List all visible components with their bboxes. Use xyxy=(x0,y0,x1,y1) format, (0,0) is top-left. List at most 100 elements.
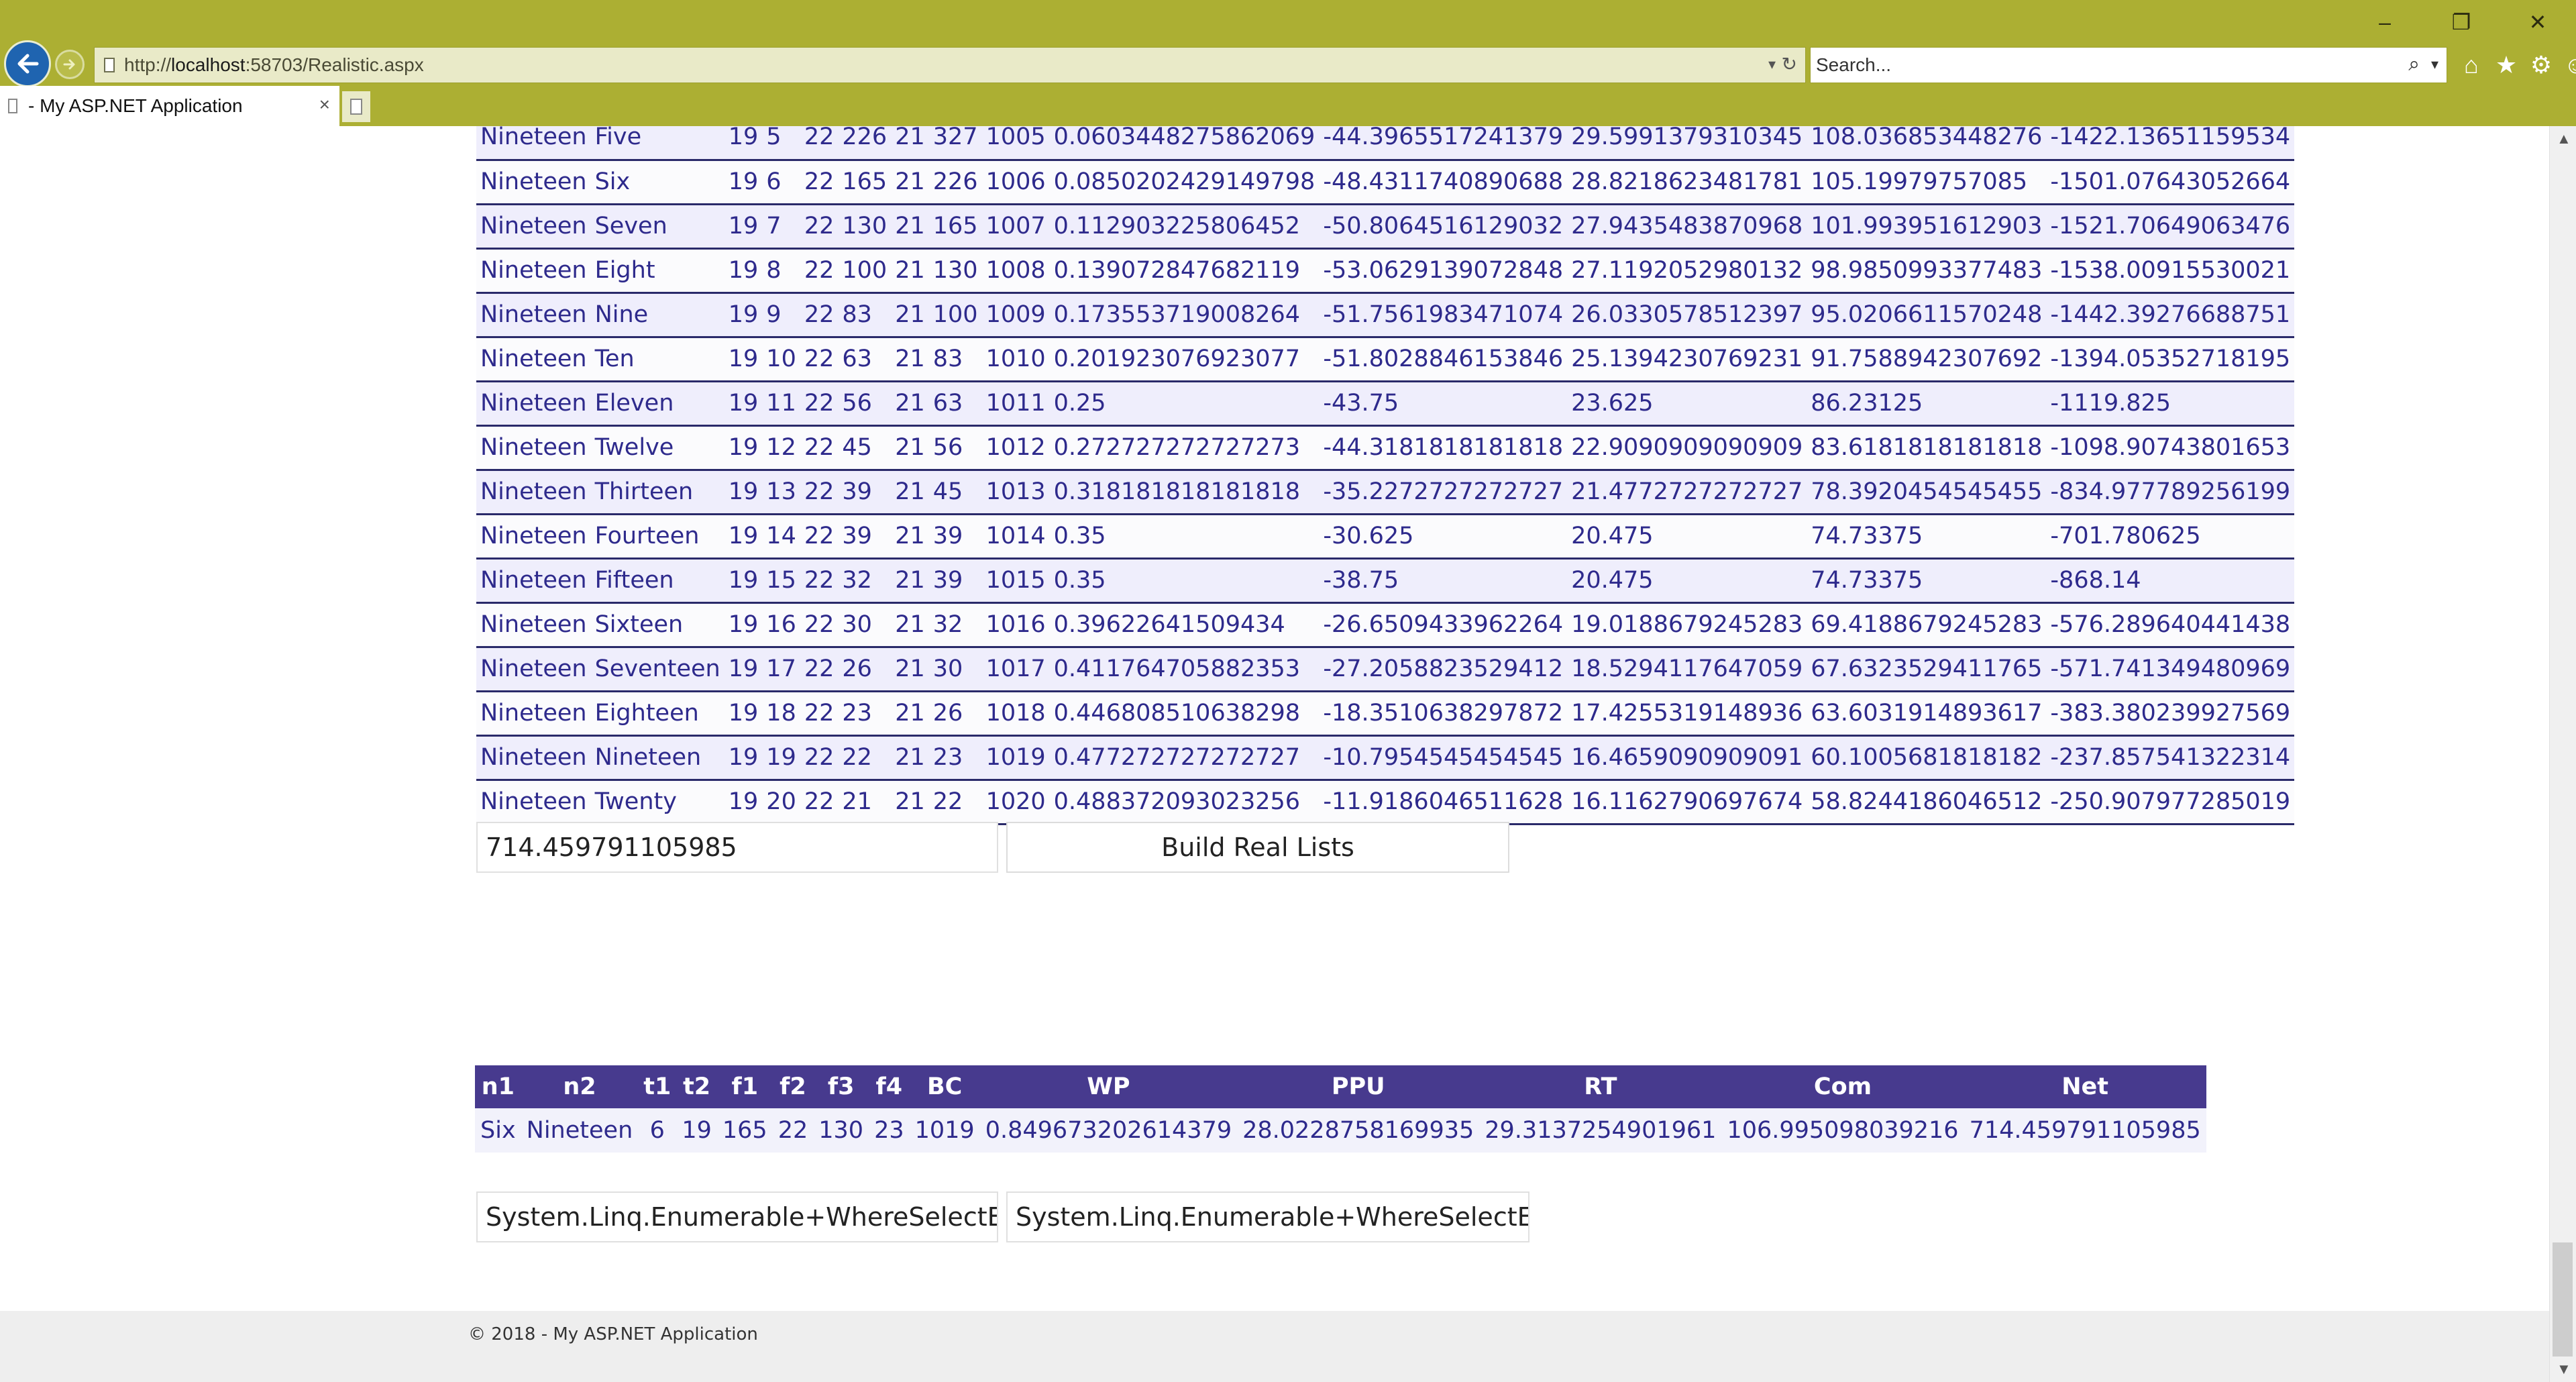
table-cell: 7 xyxy=(762,204,800,250)
restore-icon[interactable]: ❐ xyxy=(2423,0,2500,44)
table-cell: 91.7588942307692 xyxy=(1807,337,2047,382)
table-cell: Eleven xyxy=(590,381,724,427)
table-cell: 22 xyxy=(800,691,839,737)
table-cell: 165 xyxy=(838,160,892,205)
table-cell: -571.741349480969 xyxy=(2046,647,2295,692)
table-cell: 19 xyxy=(724,602,763,648)
table-cell: Nineteen xyxy=(476,647,591,692)
table-cell: -51.7561983471074 xyxy=(1319,293,1568,338)
table-cell: 23 xyxy=(928,735,982,781)
url-host: localhost xyxy=(171,54,246,75)
table-cell: 108.036853448276 xyxy=(1807,126,2047,161)
search-input[interactable]: Search... xyxy=(1816,54,1891,76)
refresh-icon[interactable]: ↻ xyxy=(1782,53,1797,75)
table-cell: Six xyxy=(475,1108,521,1153)
address-text[interactable]: http://localhost:58703/Realistic.aspx xyxy=(124,54,424,76)
table-cell: 10 xyxy=(762,337,800,382)
table-cell: 0.849673202614379 xyxy=(979,1108,1238,1153)
table-row: Nineteen Thirteen 19 13 22 39 21 45 1013 0.318181… xyxy=(476,470,2295,515)
table-cell: -50.8064516129032 xyxy=(1319,204,1568,250)
tab-close-icon[interactable]: × xyxy=(319,94,330,115)
table-cell: 19 xyxy=(724,691,763,737)
table-cell: 19 xyxy=(724,780,763,825)
table-cell: 22 xyxy=(800,514,839,560)
table-cell: Seventeen xyxy=(590,647,724,692)
table-cell: 27.9435483870968 xyxy=(1567,204,1807,250)
search-dropdown-icon[interactable]: ▾ xyxy=(2431,56,2438,73)
table-cell: 22 xyxy=(800,248,839,294)
table-cell: -237.857541322314 xyxy=(2046,735,2295,781)
table-cell: 0.446808510638298 xyxy=(1049,691,1320,737)
table-cell: Thirteen xyxy=(590,470,724,515)
page-content: Nineteen Five 19 5 22 226 21 327 1005 0.060344827… xyxy=(0,126,2549,1382)
table-cell: 23 xyxy=(869,1108,910,1153)
enumerable-field-2[interactable]: System.Linq.Enumerable+WhereSelectEnumer… xyxy=(1006,1191,1529,1242)
address-dropdown-icon[interactable]: ▾ xyxy=(1768,56,1776,73)
table-cell: Nine xyxy=(590,293,724,338)
table-cell: 39 xyxy=(838,514,892,560)
scroll-up-icon[interactable]: ▲ xyxy=(2557,130,2571,148)
table-cell: -44.3965517241379 xyxy=(1319,126,1568,161)
table-cell: -26.6509433962264 xyxy=(1319,602,1568,648)
home-icon[interactable]: ⌂ xyxy=(2458,50,2485,81)
table-cell: 5 xyxy=(762,126,800,161)
table-cell: -30.625 xyxy=(1319,514,1568,560)
scroll-thumb[interactable] xyxy=(2553,1242,2573,1357)
table-cell: Nineteen xyxy=(476,293,591,338)
table-cell: 86.23125 xyxy=(1807,381,2047,427)
tab-active[interactable]: - My ASP.NET Application × xyxy=(0,86,339,126)
search-bar[interactable]: Search... ⌕ ▾ xyxy=(1810,47,2447,83)
smiley-feedback-icon[interactable]: ☺ xyxy=(2563,50,2576,81)
table-cell: 23 xyxy=(838,691,892,737)
column-header: f3 xyxy=(813,1065,869,1108)
enumerable-field-1[interactable]: System.Linq.Enumerable+WhereSelectEnumer… xyxy=(476,1191,998,1242)
table-cell: 22 xyxy=(800,425,839,471)
table-cell: -48.4311740890688 xyxy=(1319,160,1568,205)
table-cell: 39 xyxy=(928,514,982,560)
table-cell: -834.977789256199 xyxy=(2046,470,2295,515)
table-cell: 21 xyxy=(838,780,892,825)
table-cell: 19 xyxy=(724,204,763,250)
table-cell: Twelve xyxy=(590,425,724,471)
scroll-down-icon[interactable]: ▼ xyxy=(2557,1361,2571,1378)
table-cell: 1013 xyxy=(981,470,1050,515)
vertical-scrollbar[interactable]: ▲ ▼ xyxy=(2549,126,2576,1382)
close-icon[interactable]: ✕ xyxy=(2500,0,2576,44)
search-icon[interactable]: ⌕ xyxy=(2408,53,2420,76)
minimize-icon[interactable]: – xyxy=(2347,0,2423,44)
summary-header-row: n1 n2 t1 t2 f1 f2 f3 f4 BC WP PPU RT Com Net xyxy=(475,1065,2206,1108)
table-cell: Twenty xyxy=(590,780,724,825)
table-cell: 0.477272727272727 xyxy=(1049,735,1320,781)
table-cell: 17 xyxy=(762,647,800,692)
page-icon xyxy=(104,58,115,72)
favorites-star-icon[interactable]: ★ xyxy=(2493,50,2520,81)
table-cell: Eight xyxy=(590,248,724,294)
table-cell: 60.1005681818182 xyxy=(1807,735,2047,781)
table-cell: 22 xyxy=(772,1108,814,1153)
back-button[interactable] xyxy=(4,40,51,87)
settings-gear-icon[interactable]: ⚙ xyxy=(2528,50,2555,81)
table-cell: 21 xyxy=(891,470,929,515)
address-bar[interactable]: http://localhost:58703/Realistic.aspx ▾ … xyxy=(94,47,1806,83)
build-real-lists-button[interactable]: Build Real Lists xyxy=(1006,822,1509,873)
table-cell: 21 xyxy=(891,126,929,161)
table-cell: -1501.07643052664 xyxy=(2046,160,2295,205)
new-tab-button[interactable] xyxy=(342,91,370,122)
url-path: :58703/Realistic.aspx xyxy=(245,54,424,75)
table-cell: 165 xyxy=(928,204,982,250)
back-arrow-icon xyxy=(17,54,39,74)
table-cell: Six xyxy=(590,160,724,205)
table-cell: 18 xyxy=(762,691,800,737)
table-cell: 21 xyxy=(891,514,929,560)
table-cell: 95.0206611570248 xyxy=(1807,293,2047,338)
column-header: n2 xyxy=(521,1065,639,1108)
net-result-field[interactable]: 714.459791105985 xyxy=(476,822,998,873)
table-row: Nineteen Seventeen 19 17 22 26 21 30 1017 0.41176… xyxy=(476,647,2295,692)
table-cell: -18.3510638297872 xyxy=(1319,691,1568,737)
table-cell: 22 xyxy=(928,780,982,825)
column-header: n1 xyxy=(475,1065,521,1108)
forward-button[interactable] xyxy=(55,50,85,79)
table-cell: -10.7954545454545 xyxy=(1319,735,1568,781)
table-cell: 26.0330578512397 xyxy=(1567,293,1807,338)
table-cell: 16 xyxy=(762,602,800,648)
